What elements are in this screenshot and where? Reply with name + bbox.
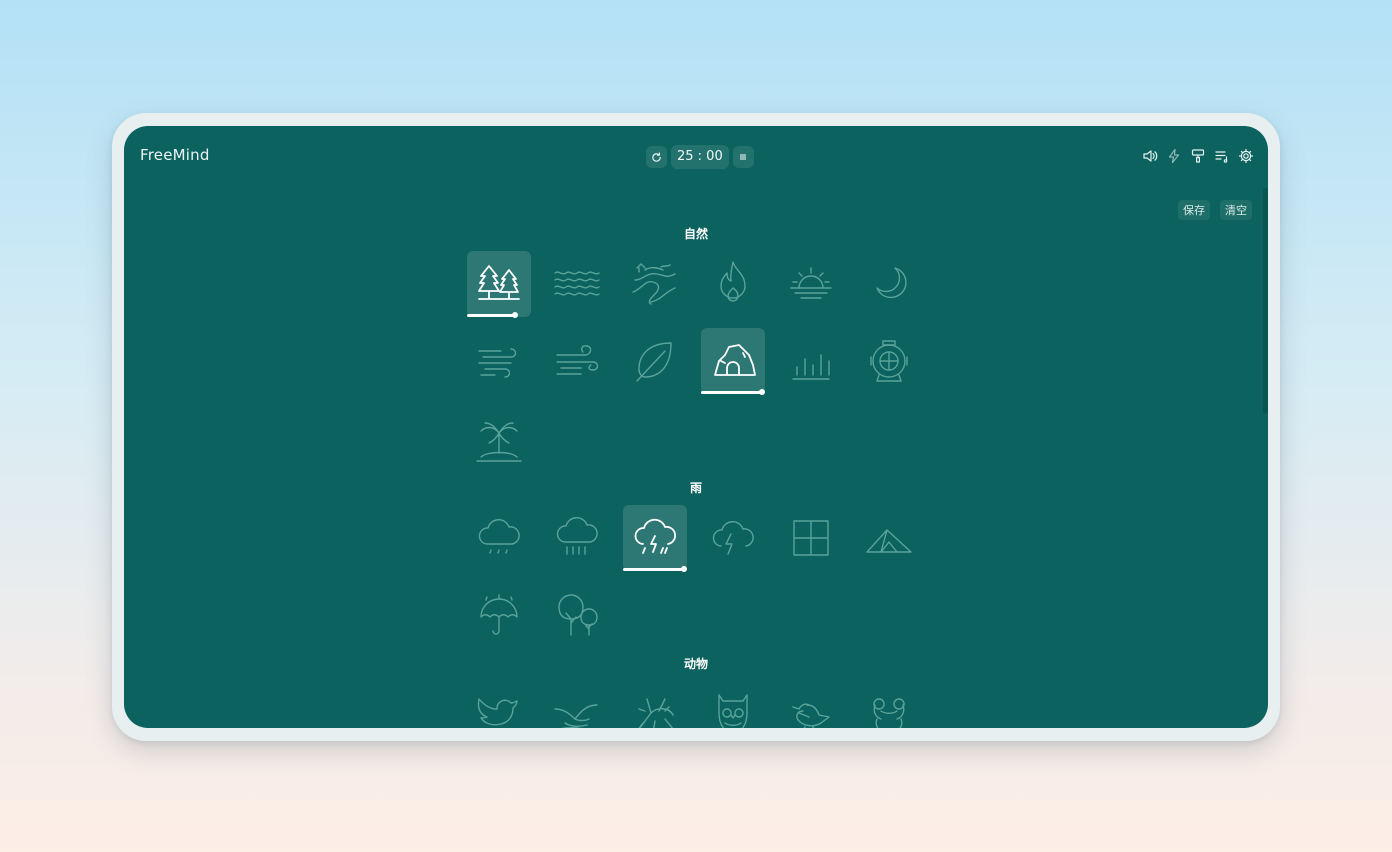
toolbar	[1142, 148, 1254, 164]
pause-timer-button[interactable]	[732, 146, 754, 168]
sound-tile-frog[interactable]	[857, 682, 921, 728]
sound-tile-window[interactable]	[779, 505, 843, 571]
sound-tile-river[interactable]	[623, 251, 687, 317]
paint-roller-icon	[1191, 149, 1205, 163]
tent-icon	[866, 529, 912, 553]
sound-tile-waves[interactable]	[545, 251, 609, 317]
app-window: FreeMind 25 : 00 保存 清空 自然 雨 动物	[124, 126, 1268, 728]
sound-tile-sunset[interactable]	[779, 251, 843, 317]
top-bar: FreeMind 25 : 00	[124, 126, 1268, 186]
sound-tile-rain-on-trees[interactable]	[545, 582, 609, 648]
light-rain-icon	[478, 519, 520, 554]
wind-icon	[556, 345, 599, 375]
seagull-icon	[554, 704, 598, 728]
sound-tile-tent[interactable]	[857, 505, 921, 571]
sound-tile-heavy-rain[interactable]	[545, 505, 609, 571]
refresh-icon	[652, 152, 661, 162]
sound-tile-drips[interactable]	[779, 328, 843, 394]
sound-tile-cricket[interactable]	[623, 682, 687, 728]
volume-slider[interactable]	[701, 389, 765, 395]
heavy-rain-icon	[556, 517, 598, 555]
island-icon	[476, 422, 522, 462]
preset-actions: 保存 清空	[1178, 200, 1252, 220]
sound-tile-breeze[interactable]	[467, 328, 531, 394]
window-icon	[793, 520, 829, 556]
sound-tile-umbrella[interactable]	[467, 582, 531, 648]
rain-on-trees-icon	[558, 594, 598, 636]
sunset-icon	[790, 267, 832, 299]
section-title-nature: 自然	[683, 227, 708, 241]
fire-icon	[720, 261, 746, 302]
moon-icon	[876, 267, 907, 299]
songbird-icon	[792, 703, 830, 728]
sound-tile-thunder[interactable]	[701, 505, 765, 571]
section-title-animals: 动物	[683, 657, 708, 671]
volume-slider[interactable]	[623, 566, 687, 572]
sound-tile-night[interactable]	[857, 251, 921, 317]
sound-tile-thunderstorm[interactable]	[623, 505, 687, 572]
umbrella-icon	[480, 594, 518, 635]
river-icon	[632, 263, 676, 305]
sound-tile-leaves[interactable]	[623, 328, 687, 394]
pause-icon	[740, 154, 746, 160]
section-title-rain: 雨	[689, 481, 702, 495]
pomodoro-timer: 25 : 00	[646, 145, 754, 169]
thunderstorm-icon	[634, 518, 676, 554]
playlist-button[interactable]	[1214, 148, 1230, 164]
bird-icon	[477, 698, 518, 726]
sound-tile-fire[interactable]	[701, 251, 765, 317]
volume-button[interactable]	[1142, 148, 1158, 164]
frog-icon	[873, 698, 905, 728]
reset-timer-button[interactable]	[646, 146, 667, 168]
speaker-icon	[1143, 150, 1158, 162]
sound-tile-wind[interactable]	[545, 328, 609, 394]
random-mix-button[interactable]	[1166, 148, 1182, 164]
playlist-icon	[1215, 151, 1228, 163]
clear-button[interactable]: 清空	[1220, 200, 1252, 220]
volume-slider[interactable]	[467, 312, 531, 318]
settings-button[interactable]	[1238, 148, 1254, 164]
cricket-icon	[638, 698, 674, 728]
sound-tile-cave[interactable]	[701, 328, 765, 395]
sound-tile-seagull[interactable]	[545, 682, 609, 728]
forest-icon	[478, 265, 520, 300]
scrollbar[interactable]	[1263, 188, 1268, 414]
theme-button[interactable]	[1190, 148, 1206, 164]
lightning-icon	[1168, 148, 1180, 164]
save-button[interactable]: 保存	[1178, 200, 1210, 220]
thunder-icon	[712, 521, 754, 555]
timer-display[interactable]: 25 : 00	[671, 145, 729, 169]
diving-helmet-icon	[870, 340, 908, 382]
sound-tile-island[interactable]	[467, 406, 531, 472]
sound-tile-songbird[interactable]	[779, 682, 843, 728]
drips-icon	[792, 354, 830, 380]
sound-tile-owl[interactable]	[701, 682, 765, 728]
gear-icon	[1238, 148, 1254, 164]
app-title: FreeMind	[140, 146, 210, 164]
waves-icon	[554, 271, 600, 296]
sound-tile-bird[interactable]	[467, 682, 531, 728]
cave-icon	[714, 344, 756, 376]
leaf-icon	[636, 342, 672, 382]
breeze-icon	[478, 348, 517, 378]
sound-tile-diving[interactable]	[857, 328, 921, 394]
sound-tile-light-rain[interactable]	[467, 505, 531, 571]
owl-icon	[718, 694, 748, 728]
sound-tile-forest[interactable]	[467, 251, 531, 318]
